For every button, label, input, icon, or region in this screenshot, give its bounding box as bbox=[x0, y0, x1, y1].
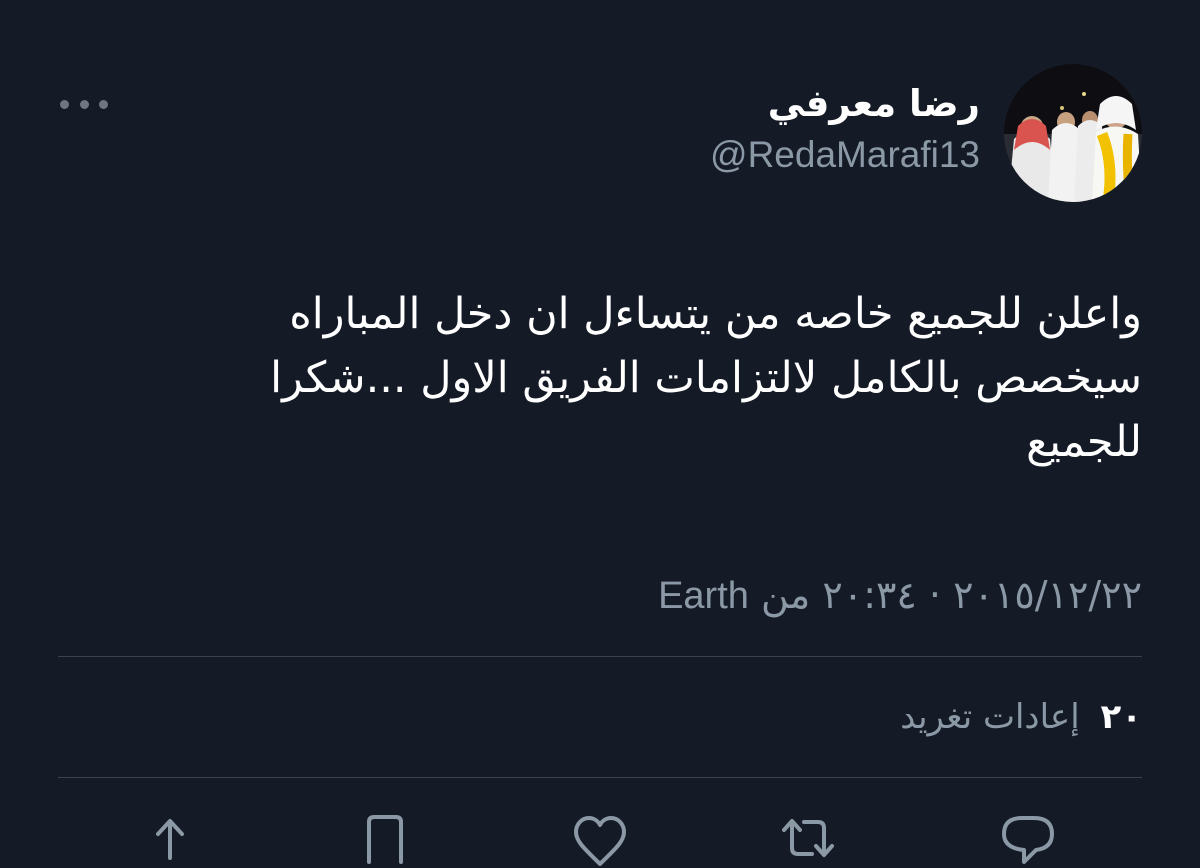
bookmark-button[interactable] bbox=[355, 808, 415, 868]
author-names: رضا معرفي @RedaMarafi13 bbox=[710, 78, 980, 180]
tweet-time[interactable]: ٢٠:٣٤ bbox=[822, 573, 916, 617]
divider bbox=[58, 777, 1142, 778]
tweet-date[interactable]: ٢٠١٥/١٢/٢٢ bbox=[953, 573, 1142, 617]
avatar-photo-icon bbox=[1004, 64, 1142, 202]
retweet-icon bbox=[782, 819, 834, 857]
retweet-label: إعادات تغريد bbox=[900, 697, 1080, 737]
more-dot-icon bbox=[60, 99, 69, 109]
user-handle[interactable]: @RedaMarafi13 bbox=[710, 130, 980, 180]
tweet-detail: رضا معرفي @RedaMarafi13 واعلن للجميع خاص… bbox=[0, 0, 1200, 866]
display-name[interactable]: رضا معرفي bbox=[710, 78, 980, 130]
bookmark-icon bbox=[367, 815, 403, 864]
tweet-author-header: رضا معرفي @RedaMarafi13 bbox=[710, 64, 1142, 202]
more-dot-icon bbox=[99, 99, 108, 109]
retweet-button[interactable] bbox=[778, 808, 838, 868]
tweet-metadata: ٢٠١٥/١٢/٢٢ · ٢٠:٣٤ من Earth bbox=[658, 568, 1142, 623]
reply-icon bbox=[1002, 816, 1054, 864]
retweet-stats[interactable]: ٢٠ إعادات تغريد bbox=[900, 690, 1142, 744]
retweet-count: ٢٠ bbox=[1100, 697, 1142, 737]
share-button[interactable] bbox=[140, 808, 200, 868]
divider bbox=[58, 656, 1142, 657]
more-options-button[interactable] bbox=[60, 92, 108, 116]
tweet-source: Earth bbox=[658, 575, 749, 617]
more-dot-icon bbox=[79, 99, 89, 109]
source-prefix: من bbox=[761, 573, 811, 617]
reply-button[interactable] bbox=[998, 808, 1058, 868]
like-button[interactable] bbox=[570, 808, 630, 868]
tweet-actions-bar bbox=[0, 808, 1200, 868]
meta-separator: · bbox=[928, 573, 942, 617]
avatar[interactable] bbox=[1004, 64, 1142, 202]
tweet-text: واعلن للجميع خاصه من يتساءل ان دخل المبا… bbox=[270, 289, 1142, 467]
share-icon bbox=[156, 819, 184, 860]
like-icon bbox=[574, 816, 626, 866]
